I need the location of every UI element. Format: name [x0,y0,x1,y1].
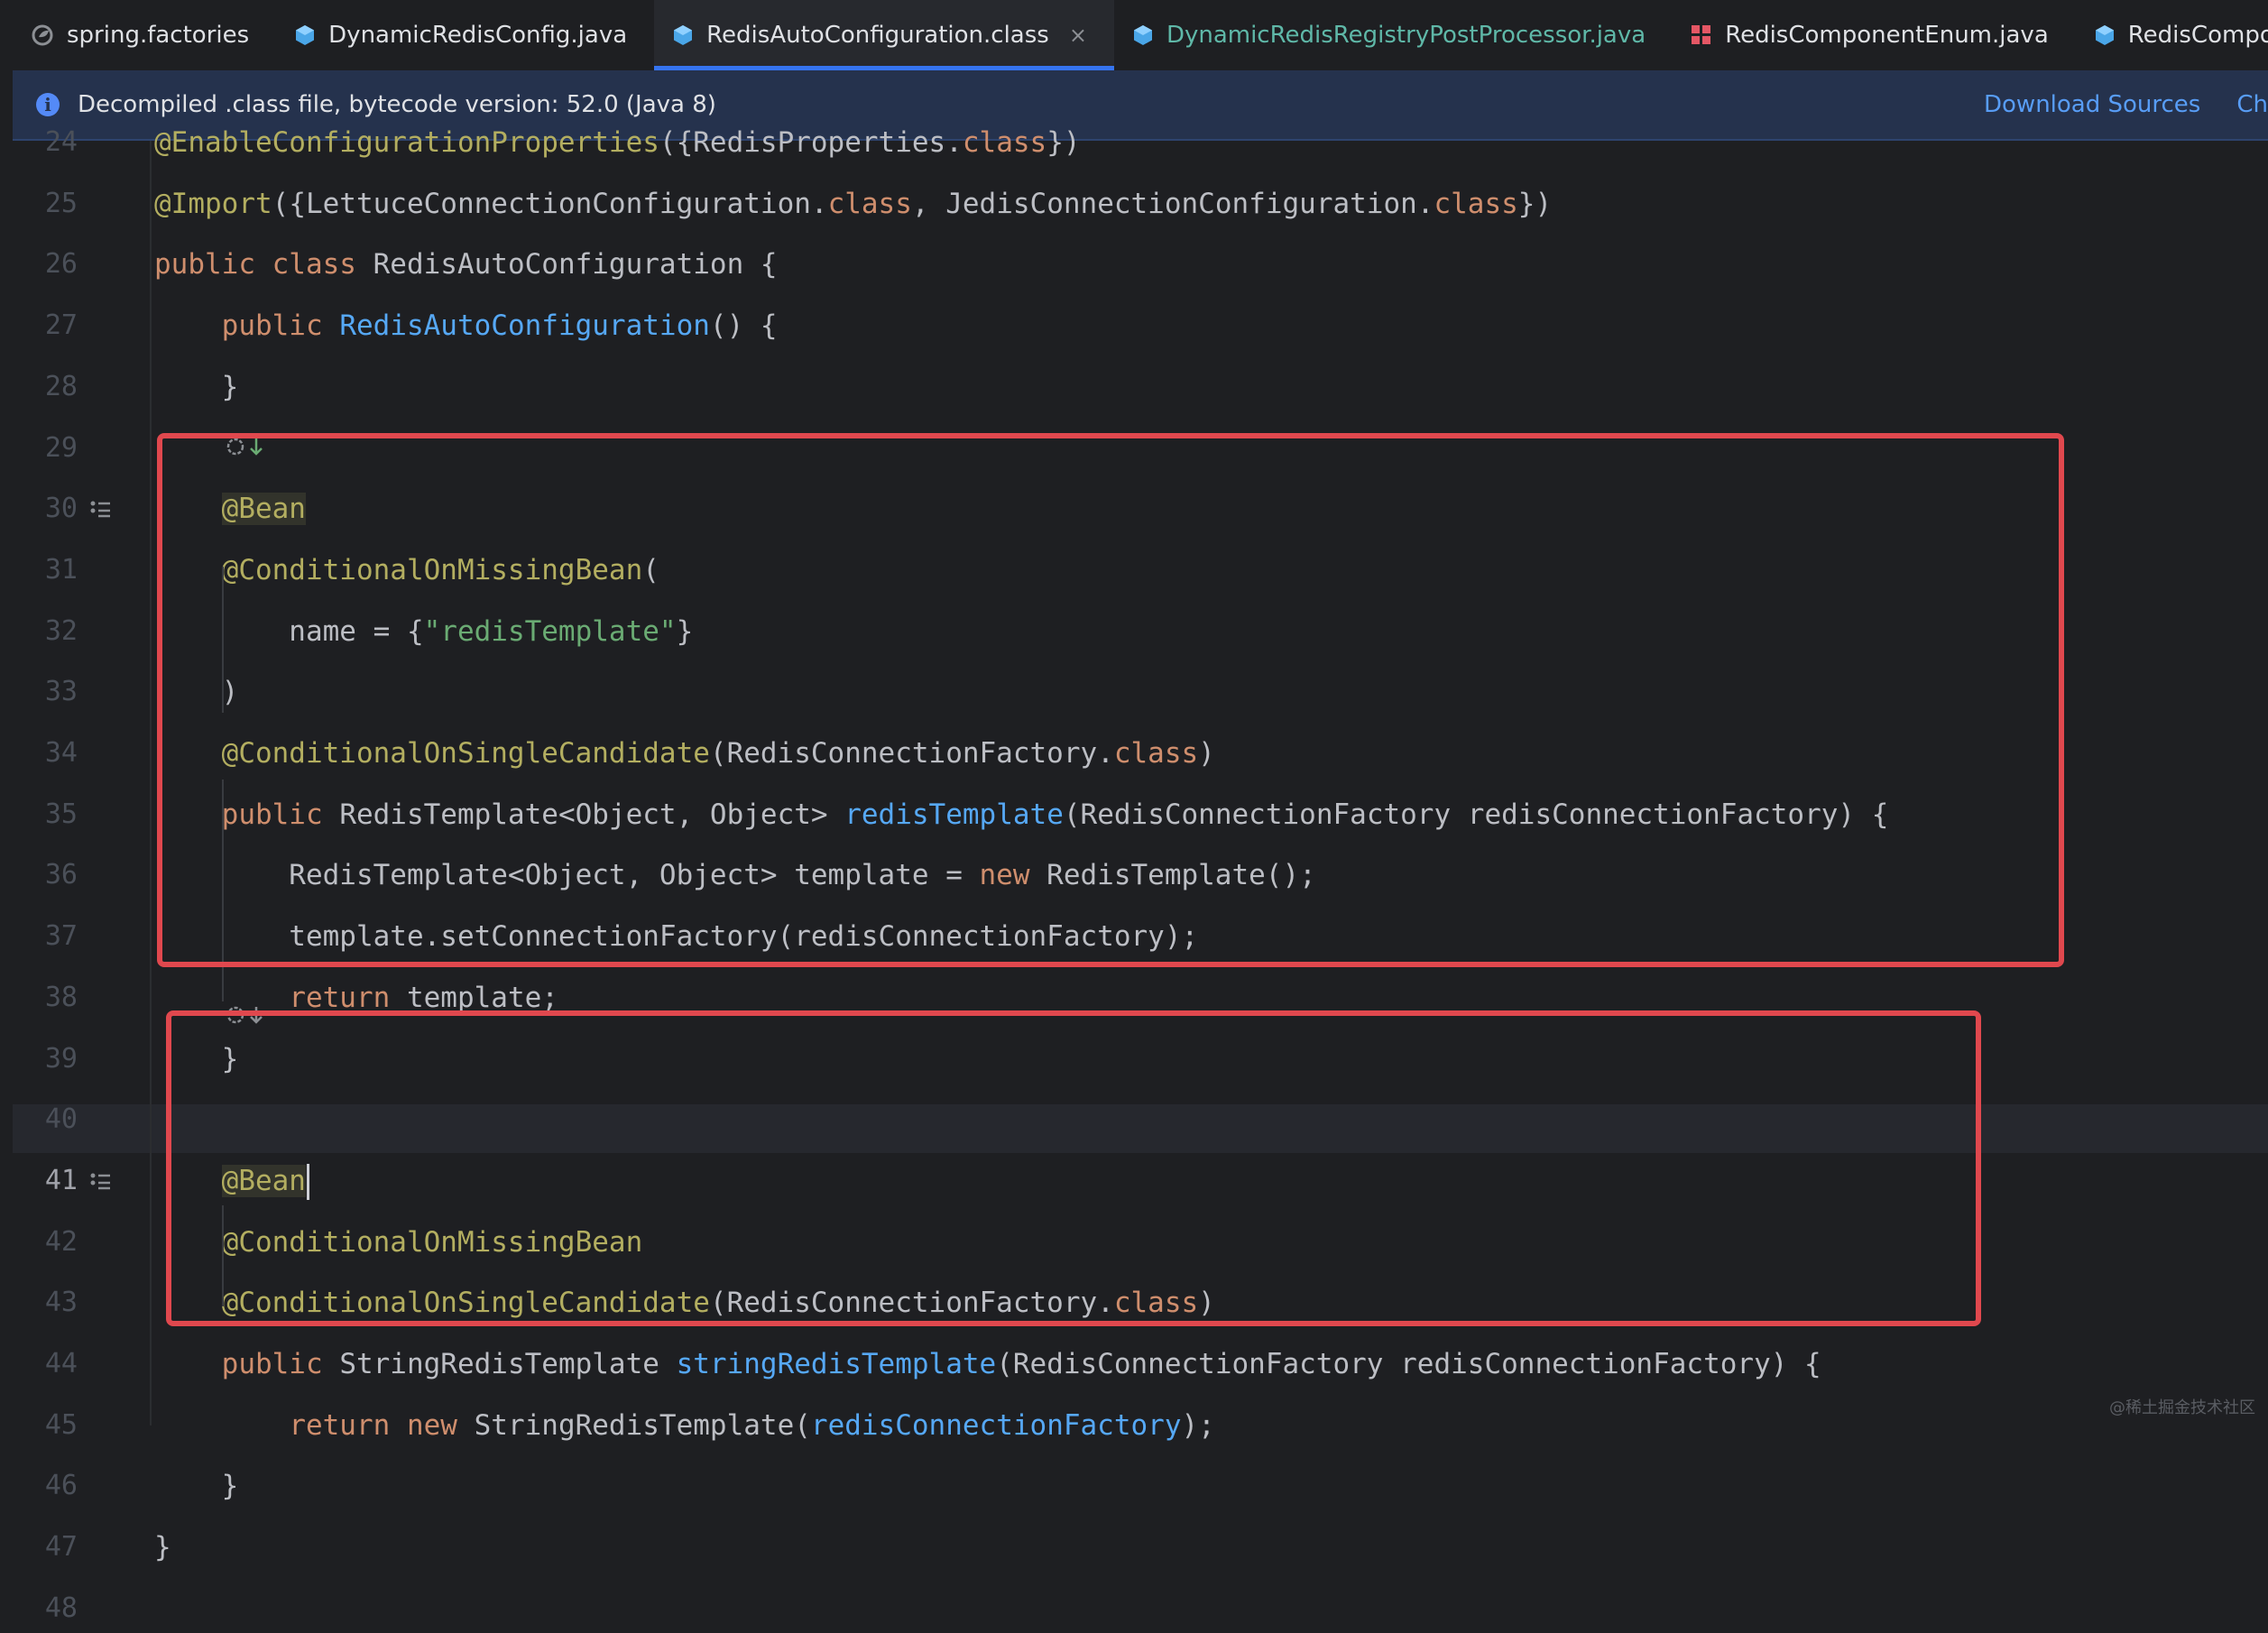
code-token: RedisAutoConfiguration [339,309,710,343]
tab-label: RedisAutoConfiguration.class [706,22,1049,49]
tab-spring-factories[interactable]: spring.factories [13,0,276,70]
line-number[interactable]: 43 [13,1278,78,1327]
code-line: 26 public class RedisAutoConfiguration { [13,240,2268,289]
code-text[interactable]: } [154,1523,171,1572]
tab-dynamicredisregistrypostprocessor-java[interactable]: DynamicRedisRegistryPostProcessor.java [1114,0,1673,70]
code-line: 25 @Import({LettuceConnectionConfiguratio… [13,180,2268,228]
code-token: class [1434,187,1518,220]
tab-label: DynamicRedisConfig.java [328,22,628,49]
tab-rediscompon[interactable]: RedisCompon [2076,0,2268,70]
tab-redisautoconfiguration-class[interactable]: RedisAutoConfiguration.class × [654,0,1114,70]
line-number[interactable]: 32 [13,607,78,656]
enum-icon [1691,24,1712,46]
line-number[interactable]: 34 [13,729,78,778]
close-icon[interactable]: × [1069,23,1087,48]
code-token: }) [1046,126,1081,159]
line-number[interactable]: 28 [13,363,78,411]
code-text[interactable]: public class RedisAutoConfiguration { [154,240,778,289]
line-number[interactable]: 30 [13,484,78,533]
code-token: class [962,126,1047,159]
code-line: 48 [13,1584,2268,1633]
line-number[interactable]: 48 [13,1584,78,1633]
line-number[interactable]: 39 [13,1035,78,1084]
code-text[interactable]: public RedisAutoConfiguration() { [154,301,778,350]
line-number[interactable]: 33 [13,668,78,716]
line-number[interactable]: 41 [13,1157,78,1205]
code-token: return [289,981,407,1014]
code-text[interactable]: public StringRedisTemplate stringRedisTe… [154,1340,1821,1389]
code-token: template; [406,981,558,1014]
code-text[interactable]: @Import({LettuceConnectionConfiguration.… [154,180,1552,228]
tab-label: spring.factories [67,22,250,49]
line-number[interactable]: 44 [13,1340,78,1389]
line-number[interactable]: 27 [13,301,78,350]
choose-sources-link[interactable]: Ch [2236,91,2268,118]
code-line: 47} [13,1523,2268,1572]
code-editor[interactable]: 24 @EnableConfigurationProperties({RedisP… [13,126,2268,1624]
code-token: (RedisConnectionFactory redisConnectionF… [996,1348,1821,1380]
code-token: } [154,370,239,403]
code-line: 24 @EnableConfigurationProperties({RedisP… [13,118,2268,167]
line-number[interactable]: 42 [13,1218,78,1267]
code-text[interactable]: } [154,1462,239,1510]
highlight-box-string-redis-template [166,1010,1981,1326]
java-class-icon [1132,24,1154,46]
tab-label: DynamicRedisRegistryPostProcessor.java [1166,22,1646,49]
editor-tab-bar: spring.factories DynamicRedisConfig.java R… [13,0,2268,70]
code-token: () { [709,309,778,343]
code-token: StringRedisTemplate [339,1348,677,1380]
code-line: 46 } [13,1462,2268,1510]
download-sources-link[interactable]: Download Sources [1984,91,2200,118]
code-text[interactable]: } [154,363,239,411]
line-number[interactable]: 47 [13,1523,78,1572]
code-token: }) [1517,187,1553,220]
highlight-box-redis-template [157,433,2064,967]
code-token: } [154,1531,171,1564]
spring-leaf-icon [31,23,54,47]
code-text[interactable]: @EnableConfigurationProperties({RedisPro… [154,118,1081,167]
code-line: 28 } [13,363,2268,411]
line-number[interactable]: 24 [13,118,78,167]
code-token: public [221,309,340,343]
tab-label: RedisCompon [2127,22,2268,49]
tab-rediscomponentenum-java[interactable]: RedisComponentEnum.java [1673,0,2076,70]
code-token: stringRedisTemplate [676,1348,997,1380]
info-icon: i [36,93,60,116]
code-token: RedisAutoConfiguration { [373,248,778,281]
line-number[interactable]: 25 [13,180,78,228]
bean-list-icon[interactable] [88,1169,112,1193]
code-token: ({RedisProperties. [659,126,963,159]
code-token: public [221,1348,340,1380]
code-token: @EnableConfigurationProperties [154,126,659,159]
line-number[interactable]: 37 [13,912,78,961]
line-number[interactable]: 26 [13,240,78,289]
java-class-icon [294,24,316,46]
line-number[interactable]: 36 [13,851,78,900]
watermark: @稀土掘金技术社区 [2109,1398,2255,1417]
line-number[interactable]: 35 [13,790,78,839]
java-class-icon [2094,24,2116,46]
code-token: @Import [154,187,272,220]
code-token: , JedisConnectionConfiguration. [911,187,1434,220]
line-number[interactable]: 38 [13,973,78,1022]
code-token: ({LettuceConnectionConfiguration. [272,187,828,220]
line-number[interactable]: 40 [13,1095,78,1144]
tab-label: RedisComponentEnum.java [1725,22,2049,49]
code-token: class [827,187,912,220]
line-number[interactable]: 31 [13,546,78,595]
code-token: public class [154,248,373,281]
code-token: } [154,1470,239,1503]
line-number[interactable]: 29 [13,424,78,473]
banner-message: Decompiled .class file, bytecode version… [78,91,716,118]
bean-list-icon[interactable] [88,497,112,521]
code-line: 44 public StringRedisTemplate stringRedi… [13,1340,2268,1389]
code-line: 27 public RedisAutoConfiguration() { [13,301,2268,350]
tab-dynamicredisconfig-java[interactable]: DynamicRedisConfig.java [276,0,654,70]
java-class-icon [672,24,694,46]
line-number[interactable]: 46 [13,1462,78,1510]
